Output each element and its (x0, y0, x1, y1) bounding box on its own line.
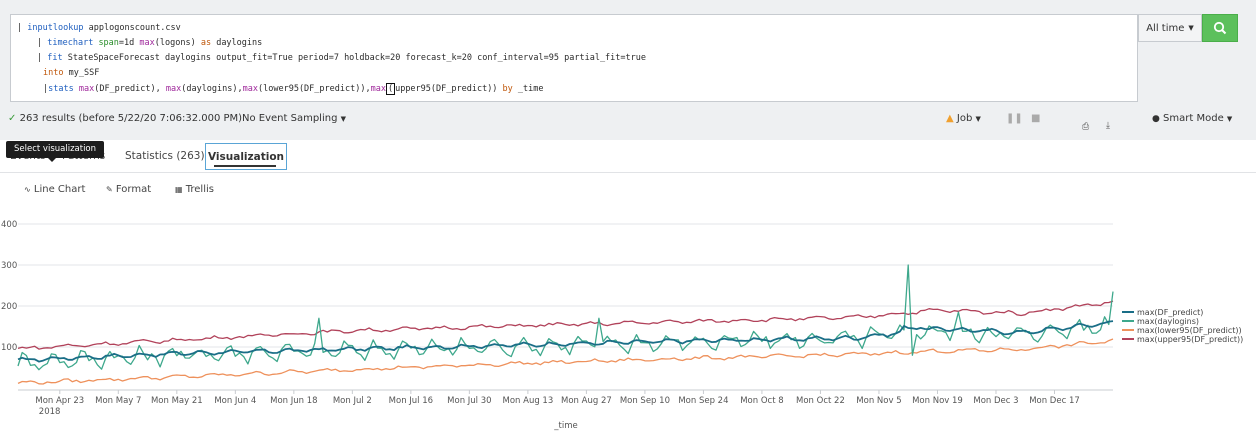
tooltip: Select visualization (6, 141, 105, 158)
stop-icon[interactable]: ■ (1031, 113, 1040, 124)
search-query-line: into my_SSF (43, 68, 100, 78)
legend-entry[interactable]: max(DF_predict) (1137, 308, 1203, 317)
search-status-bar: ✓ 263 results (before 5/22/20 7:06:32.00… (0, 108, 1256, 132)
visualization-toolbar: ∿ Line Chart ✎ Format ▦ Trellis (0, 180, 400, 200)
active-tab-indicator (214, 165, 276, 167)
trellis-button[interactable]: ▦ Trellis (175, 184, 214, 195)
x-tick-label: Mon Jul 2 (333, 396, 372, 406)
x-tick-label: Mon May 21 (151, 396, 203, 406)
x-tick-label: Mon Sep 10 (620, 396, 670, 406)
format-label: Format (115, 184, 152, 195)
line-chart-label: Line Chart (33, 184, 86, 195)
x-year-label: 2018 (39, 407, 61, 417)
warning-icon: ▲ (946, 113, 954, 124)
line-chart: 100 200 300 400 Mon Apr 23 Mon May 7 Mon May 2… (1, 220, 1243, 431)
pause-icon[interactable]: ❚❚ (1006, 113, 1023, 124)
x-tick-label: Mon Oct 8 (740, 396, 783, 406)
job-menu[interactable]: ▲ Job ▼ (946, 113, 981, 124)
search-mode-label: Smart Mode (1163, 113, 1224, 124)
search-button[interactable] (1202, 14, 1238, 42)
x-tick-label: Mon Jun 18 (270, 396, 317, 406)
x-tick-label: Mon Jun 4 (214, 396, 256, 406)
print-icon[interactable]: ⎙ (1082, 122, 1089, 132)
x-tick-label: Mon Apr 23 (35, 396, 84, 406)
y-tick-label: 300 (1, 261, 17, 271)
series-line-upper95 (17, 300, 1114, 350)
tab-statistics[interactable]: Statistics (263) (125, 150, 205, 162)
event-sampling-label: No Event Sampling (242, 113, 338, 124)
search-query-editor[interactable]: | inputlookup applogonscount.csv | timech… (10, 14, 1138, 102)
results-tabs: Events Patterns Statistics (263) (0, 140, 1256, 173)
x-tick-label: Mon Jul 30 (447, 396, 491, 406)
search-icon (1213, 21, 1227, 35)
line-chart-button[interactable]: ∿ Line Chart (24, 184, 85, 195)
series-line-predict (17, 320, 1114, 363)
y-tick-label: 200 (1, 302, 17, 312)
results-count: 263 results (before 5/22/20 7:06:32.000 … (19, 113, 243, 124)
search-query-line: |stats max(DF_predict), max(daylogins),m… (43, 83, 544, 95)
x-tick-label: Mon May 7 (95, 396, 141, 406)
chevron-down-icon: ▼ (340, 115, 346, 123)
check-icon: ✓ (8, 113, 17, 124)
pencil-icon: ✎ (106, 185, 113, 194)
chevron-down-icon: ▼ (975, 115, 981, 123)
x-tick-label: Mon Jul 16 (389, 396, 433, 406)
legend-entry[interactable]: max(lower95(DF_predict)) (1137, 326, 1242, 335)
search-query-line: | timechart span=1d max(logons) as daylo… (37, 38, 263, 48)
trellis-label: Trellis (185, 184, 214, 195)
x-tick-label: Mon Nov 19 (912, 396, 963, 406)
x-tick-label: Mon Dec 3 (973, 396, 1018, 406)
x-tick-label: Mon Aug 13 (503, 396, 554, 406)
x-tick-label: Mon Aug 27 (561, 396, 612, 406)
line-chart-icon: ∿ (24, 185, 31, 194)
x-tick-label: Mon Sep 24 (678, 396, 728, 406)
time-range-label: All time (1146, 22, 1185, 34)
tab-visualization-label: Visualization (207, 151, 285, 163)
search-mode-dropdown[interactable]: ● Smart Mode ▼ (1152, 113, 1232, 124)
export-icon[interactable]: ⤓ (1106, 121, 1110, 131)
tooltip-arrow (48, 158, 56, 162)
job-label: Job (956, 113, 973, 124)
x-tick-label: Mon Nov 5 (856, 396, 901, 406)
legend-entry[interactable]: max(upper95(DF_predict)) (1137, 335, 1243, 344)
y-tick-label: 400 (1, 220, 17, 230)
format-button[interactable]: ✎ Format (106, 184, 151, 195)
x-tick-label: Mon Dec 17 (1029, 396, 1080, 406)
bulb-icon: ● (1152, 114, 1160, 124)
chevron-down-icon: ▼ (1188, 24, 1194, 32)
x-axis-label: _time (553, 421, 577, 431)
time-range-picker[interactable]: All time ▼ (1138, 14, 1202, 42)
y-tick-label: 100 (1, 343, 17, 353)
results-summary: ✓ 263 results (before 5/22/20 7:06:32.00… (8, 113, 242, 124)
chevron-down-icon: ▼ (1226, 115, 1233, 123)
legend-entry[interactable]: max(daylogins) (1137, 317, 1199, 326)
search-query-line: | inputlookup applogonscount.csv (17, 23, 181, 33)
x-tick-label: Mon Oct 22 (796, 396, 845, 406)
event-sampling-dropdown[interactable]: No Event Sampling ▼ (242, 113, 346, 124)
grid-icon: ▦ (175, 185, 183, 194)
search-query-line: | fit StateSpaceForecast daylogins outpu… (37, 53, 646, 63)
